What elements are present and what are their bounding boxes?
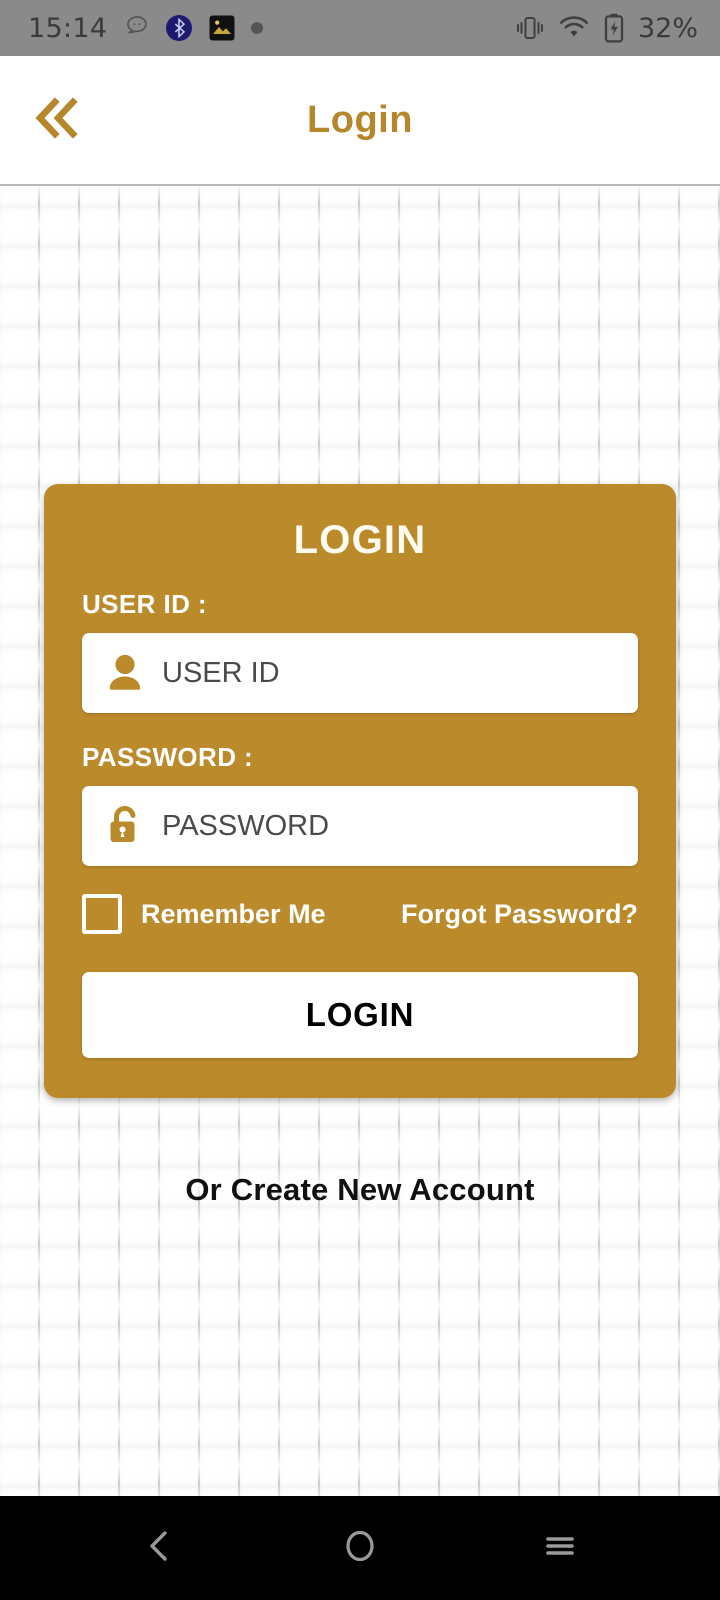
status-bar-right: 32% xyxy=(515,13,698,44)
bluetooth-badge-icon xyxy=(165,14,193,42)
user-id-label: USER ID : xyxy=(82,589,207,619)
messaging-app-icon xyxy=(125,15,149,41)
remember-me-toggle[interactable]: Remember Me xyxy=(82,894,326,934)
user-id-input[interactable] xyxy=(162,633,618,713)
password-input[interactable] xyxy=(162,786,618,866)
field-spacer xyxy=(82,713,638,742)
nav-back-button[interactable] xyxy=(112,1500,208,1596)
status-notification-icons xyxy=(125,14,264,42)
forgot-password-link[interactable]: Forgot Password? xyxy=(401,899,638,930)
password-label: PASSWORD : xyxy=(82,742,254,772)
unlock-icon xyxy=(102,803,148,849)
login-card: LOGIN USER ID : PASSWORD : xyxy=(44,484,676,1098)
home-circle-icon xyxy=(340,1526,380,1571)
page-content: LOGIN USER ID : PASSWORD : xyxy=(0,186,720,1496)
app-header: Login xyxy=(0,56,720,186)
phone-screen: 15:14 32% Login LOGIN USER ID: USER ID … xyxy=(0,0,720,1600)
login-options-row: Remember Me Forgot Password? xyxy=(82,894,638,934)
remember-me-checkbox[interactable] xyxy=(82,894,122,934)
recents-menu-icon xyxy=(540,1526,580,1571)
page-title: Login xyxy=(307,98,413,141)
password-field[interactable] xyxy=(82,786,638,866)
login-submit-button[interactable]: LOGIN xyxy=(82,972,638,1058)
status-bar: 15:14 32% xyxy=(0,0,720,56)
nav-recents-button[interactable] xyxy=(512,1500,608,1596)
vibrate-icon xyxy=(515,14,545,42)
status-time: 15:14 xyxy=(28,12,108,44)
android-navigation-bar xyxy=(0,1496,720,1600)
create-account-link[interactable]: Or Create New Account xyxy=(185,1172,534,1208)
back-chevron-icon xyxy=(140,1526,180,1571)
double-chevron-left-icon xyxy=(29,90,85,151)
battery-charging-icon xyxy=(603,13,625,43)
login-card-title: LOGIN xyxy=(293,518,427,562)
nav-home-button[interactable] xyxy=(312,1500,408,1596)
person-icon xyxy=(102,652,148,694)
user-id-field[interactable] xyxy=(82,633,638,713)
wifi-icon xyxy=(558,15,590,41)
battery-percentage: 32% xyxy=(637,12,698,44)
notification-dot-icon xyxy=(251,22,264,34)
remember-me-label: Remember Me xyxy=(141,898,326,929)
photo-app-icon xyxy=(209,15,235,41)
status-bar-left: 15:14 xyxy=(28,13,515,44)
back-button[interactable] xyxy=(20,83,94,157)
